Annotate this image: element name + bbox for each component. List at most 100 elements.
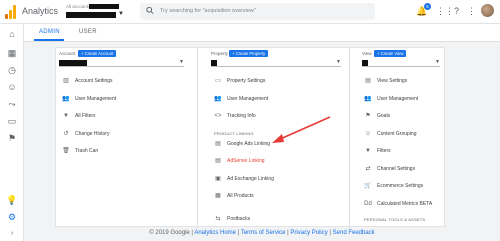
adsense-linking-link[interactable]: ▤ AdSense Linking [214, 156, 265, 166]
users-icon: 👥 [214, 96, 222, 102]
clock-icon[interactable]: ◷ [6, 64, 18, 76]
chevron-down-icon: ▼ [336, 59, 341, 65]
footer-link-analytics-home[interactable]: Analytics Home [194, 230, 236, 236]
chevron-down-icon: ▼ [118, 11, 124, 17]
create-view-button[interactable]: + Create View [374, 50, 407, 57]
apps-grid-icon[interactable]: ⋮⋮ [436, 6, 454, 17]
channel-settings-link[interactable]: ⇄ Channel Settings [364, 164, 415, 174]
users-icon: 👥 [364, 96, 372, 102]
filter-icon: ▼ [365, 148, 371, 154]
account-switcher-label: All accounts [66, 4, 91, 9]
account-switcher[interactable]: All accounts ▼ [63, 2, 133, 22]
all-filters-link[interactable]: ▼ All Filters [62, 111, 96, 121]
all-filters-label: All Filters [75, 113, 96, 119]
property-user-management-label: User Management [227, 96, 269, 102]
dashboard-icon[interactable]: ▦ [6, 47, 18, 59]
account-settings-label: Account Settings [75, 78, 113, 84]
view-column-label: View [362, 51, 372, 56]
create-property-button[interactable]: + Create Property [229, 50, 269, 57]
footer-link-feedback[interactable]: Send Feedback [333, 230, 375, 236]
filters-label: Filters [377, 148, 391, 154]
footer-link-privacy[interactable]: Privacy Policy [290, 230, 327, 236]
property-user-management-link[interactable]: 👥 User Management [214, 94, 268, 104]
top-bar: Analytics All accounts ▼ Try searching f… [0, 0, 500, 24]
all-products-link[interactable]: ▦ All Products [214, 191, 254, 201]
postbacks-link[interactable]: ⇆ Postbacks [214, 214, 250, 224]
account-user-management-link[interactable]: 👥 User Management [62, 94, 116, 104]
tracking-info-link[interactable]: <> Tracking Info [214, 111, 256, 121]
google-ads-linking-link[interactable]: ▤ Google Ads Linking [214, 139, 270, 149]
filters-link[interactable]: ▼ Filters [364, 146, 391, 156]
tab-admin[interactable]: ADMIN [39, 29, 60, 35]
search-placeholder: Try searching for "acquisition overview" [160, 7, 256, 14]
home-icon[interactable]: ⌂ [6, 28, 18, 40]
help-icon[interactable]: ? [451, 6, 462, 17]
footer: © 2019 Google | Analytics Home | Terms o… [149, 230, 375, 236]
ad-exchange-linking-link[interactable]: ▣ Ad Exchange Linking [214, 174, 274, 184]
analytics-logo-icon[interactable] [5, 5, 17, 19]
trash-can-label: Trash Can [75, 148, 99, 154]
ads-card-icon: ▤ [215, 141, 221, 147]
notification-badge: 5 [424, 3, 431, 10]
column-divider [349, 48, 350, 228]
admin-gear-icon[interactable]: ⚙ [6, 211, 18, 223]
postbacks-label: Postbacks [227, 216, 251, 222]
app-title: Analytics [22, 6, 59, 16]
adsense-linking-label: AdSense Linking [227, 158, 265, 164]
active-tab-indicator [34, 39, 64, 41]
audience-icon[interactable]: ☺ [6, 81, 18, 93]
left-nav: ⌂ ▦ ◷ ☺ ⤳ ▭ ⚑ 💡 ⚙ › [0, 24, 24, 241]
behavior-icon[interactable]: ▭ [6, 115, 18, 127]
redacted-account-name [89, 4, 119, 9]
users-icon: 👥 [62, 96, 70, 102]
column-divider [197, 48, 198, 228]
redacted-view [362, 60, 368, 66]
search-bar[interactable]: Try searching for "acquisition overview" [140, 3, 375, 20]
admin-panel: Account + Create Account ▼ ▥ Account Set… [55, 47, 445, 228]
view-settings-link[interactable]: ▤ View Settings [364, 76, 407, 86]
property-settings-link[interactable]: ▭ Property Settings [214, 76, 265, 86]
footer-link-terms[interactable]: Terms of Service [241, 230, 286, 236]
person-icon: ☺ [364, 131, 372, 137]
account-column-label: Account [59, 51, 76, 56]
property-settings-label: Property Settings [227, 78, 266, 84]
chevron-down-icon: ▼ [435, 59, 440, 65]
content-grouping-link[interactable]: ☺ Content Grouping [364, 129, 417, 139]
avatar[interactable] [481, 4, 494, 17]
change-history-label: Change History [75, 131, 110, 137]
more-vert-icon[interactable]: ⋮ [466, 6, 477, 17]
create-account-button[interactable]: + Create Account [78, 50, 117, 57]
redacted-view-name [66, 12, 116, 18]
calculated-metrics-link[interactable]: Dd Calculated Metrics BETA [364, 199, 432, 209]
acquisition-icon[interactable]: ⤳ [6, 98, 18, 110]
account-selector[interactable]: ▼ [59, 59, 184, 67]
ecommerce-settings-link[interactable]: 🛒 Ecommerce Settings [364, 181, 423, 191]
flag-icon: ⚑ [365, 113, 371, 119]
account-settings-link[interactable]: ▥ Account Settings [62, 76, 113, 86]
search-icon [146, 6, 154, 15]
goals-label: Goals [377, 113, 391, 119]
view-selector[interactable]: ▼ [362, 59, 440, 67]
trash-can-link[interactable]: 🗑 Trash Can [62, 146, 98, 156]
admin-user-tabs: ADMIN USER [24, 24, 500, 42]
lightbulb-icon[interactable]: 💡 [6, 194, 18, 206]
trash-icon: 🗑 [62, 148, 70, 154]
google-ads-linking-label: Google Ads Linking [227, 141, 271, 147]
conversions-flag-icon[interactable]: ⚑ [6, 132, 18, 144]
channel-settings-label: Channel Settings [377, 166, 416, 172]
redacted-account [59, 60, 87, 66]
collapse-chevron-icon[interactable]: › [6, 228, 18, 240]
product-linking-heading: PRODUCT LINKING [214, 131, 254, 136]
ad-exchange-linking-label: Ad Exchange Linking [227, 176, 274, 182]
view-user-management-link[interactable]: 👥 User Management [364, 94, 418, 104]
change-history-link[interactable]: ↺ Change History [62, 129, 109, 139]
goals-link[interactable]: ⚑ Goals [364, 111, 390, 121]
ad-exchange-icon: ▣ [215, 176, 221, 182]
content-grouping-label: Content Grouping [377, 131, 417, 137]
chevron-down-icon: ▼ [179, 59, 184, 65]
tab-user[interactable]: USER [79, 29, 97, 35]
view-doc-icon: ▤ [365, 78, 371, 84]
tracking-info-label: Tracking Info [227, 113, 256, 119]
all-products-label: All Products [227, 193, 254, 199]
property-selector[interactable]: ▼ [211, 59, 341, 67]
